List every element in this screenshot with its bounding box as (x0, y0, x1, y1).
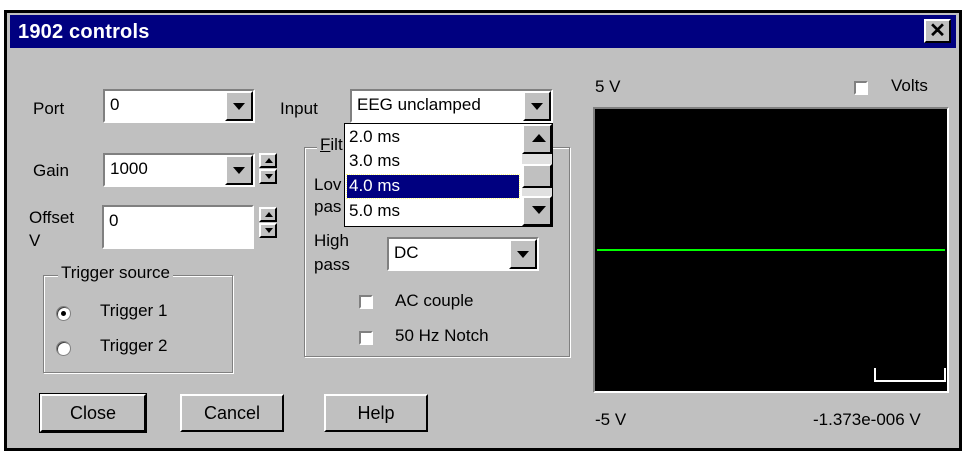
scroll-up-button[interactable] (522, 124, 552, 154)
radio-selected-dot (61, 311, 66, 316)
low-pass-dropdown-list[interactable]: 2.0 ms 3.0 ms 4.0 ms 5.0 ms (344, 123, 553, 227)
chevron-down-icon (233, 103, 245, 110)
scope-display (593, 107, 949, 393)
gain-value: 1000 (110, 159, 148, 178)
scope-canvas (597, 249, 946, 382)
chevron-down-icon (233, 167, 245, 174)
high-pass-combobox[interactable]: DC (387, 237, 539, 271)
list-item[interactable]: 3.0 ms (347, 150, 519, 173)
close-window-button[interactable]: ✕ (924, 19, 951, 43)
cancel-button[interactable]: Cancel (180, 394, 284, 432)
list-item-selected[interactable]: 4.0 ms (346, 174, 520, 199)
window-title: 1902 controls (18, 21, 150, 43)
filter-title-accel: F (320, 135, 331, 154)
volts-checkbox[interactable] (854, 81, 868, 95)
high-pass-value: DC (394, 243, 419, 262)
notch-checkbox[interactable] (359, 331, 373, 345)
trigger-source-group (43, 275, 233, 373)
port-dropdown-button[interactable] (225, 91, 253, 121)
filter-title: Filt (317, 135, 346, 155)
low-pass-label-line1: Lov (314, 175, 342, 194)
title-bar[interactable]: 1902 controls ✕ (10, 15, 956, 48)
scroll-thumb[interactable] (522, 164, 552, 188)
up-arrow-icon (265, 158, 273, 163)
help-button[interactable]: Help (324, 394, 428, 432)
offset-unit-label: V (29, 231, 41, 250)
list-item[interactable]: 2.0 ms (347, 126, 519, 149)
window-frame: 1902 controls ✕ Port 0 Input EEG unclamp… (4, 10, 962, 451)
gain-combobox[interactable]: 1000 (103, 153, 255, 187)
trigger-2-label[interactable]: Trigger 2 (100, 336, 167, 356)
offset-spinner[interactable] (259, 207, 277, 239)
list-item[interactable]: 5.0 ms (347, 200, 519, 223)
trigger-source-title: Trigger source (58, 263, 173, 283)
filter-title-rest: ilt (330, 135, 343, 154)
scope-top-label: 5 V (595, 77, 621, 96)
scroll-down-button[interactable] (522, 196, 552, 226)
ac-couple-label[interactable]: AC couple (395, 291, 473, 311)
high-pass-label-line1: High (314, 231, 349, 250)
offset-spin-down[interactable] (259, 223, 277, 238)
offset-field[interactable]: 0 (102, 205, 254, 249)
offset-spin-up[interactable] (259, 207, 277, 222)
volts-label[interactable]: Volts (891, 76, 928, 96)
input-label: Input (280, 99, 318, 118)
close-icon: ✕ (929, 20, 946, 42)
close-button[interactable]: Close (39, 393, 147, 433)
trigger-2-radio[interactable] (56, 341, 71, 356)
gain-label: Gain (33, 161, 69, 180)
up-arrow-icon (265, 212, 273, 217)
port-combobox[interactable]: 0 (103, 89, 255, 123)
scale-bar (874, 368, 946, 382)
low-pass-label-line2: pas (314, 197, 342, 216)
trigger-1-label[interactable]: Trigger 1 (100, 301, 167, 321)
dropdown-scrollbar[interactable] (522, 124, 552, 226)
high-pass-label-line2: pass (314, 255, 350, 274)
gain-spinner[interactable] (259, 153, 277, 185)
down-arrow-icon (265, 228, 273, 233)
dialog-window: 1902 controls ✕ Port 0 Input EEG unclamp… (7, 13, 959, 448)
port-value: 0 (110, 95, 120, 114)
trigger-1-radio[interactable] (56, 306, 71, 321)
offset-value: 0 (109, 211, 119, 230)
input-value: EEG unclamped (357, 95, 481, 114)
input-combobox[interactable]: EEG unclamped (350, 89, 553, 123)
down-arrow-icon (265, 174, 273, 179)
scope-bottom-label: -5 V (595, 410, 627, 429)
ac-couple-checkbox[interactable] (359, 295, 373, 309)
gain-dropdown-button[interactable] (225, 155, 253, 185)
gain-spin-up[interactable] (259, 153, 277, 168)
chevron-down-icon (531, 103, 543, 110)
gain-spin-down[interactable] (259, 169, 277, 184)
scope-readout: -1.373e-006 V (813, 410, 921, 429)
up-arrow-icon (532, 134, 546, 142)
chevron-down-icon (517, 251, 529, 258)
offset-label: Offset (29, 208, 75, 227)
down-arrow-icon (532, 206, 546, 214)
port-label: Port (33, 99, 65, 118)
notch-label[interactable]: 50 Hz Notch (395, 326, 489, 346)
input-dropdown-button[interactable] (523, 91, 551, 121)
high-pass-dropdown-button[interactable] (509, 239, 537, 269)
